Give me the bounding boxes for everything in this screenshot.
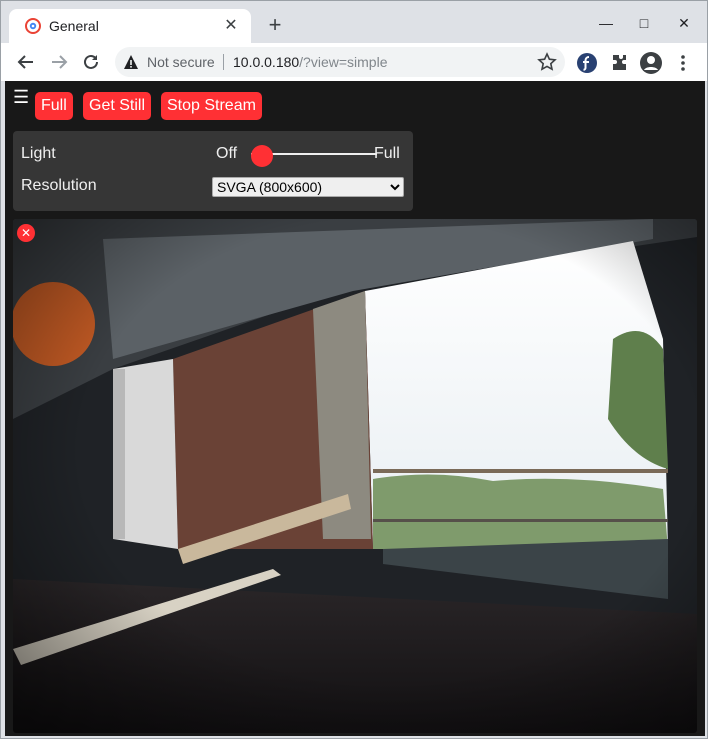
profile-avatar-icon[interactable] — [639, 51, 663, 75]
tab-close-icon[interactable]: ✕ — [221, 16, 241, 36]
stop-stream-button[interactable]: Stop Stream — [161, 92, 262, 120]
resolution-label: Resolution — [21, 177, 97, 194]
fedora-extension-icon[interactable] — [575, 51, 599, 75]
url-text[interactable]: 10.0.0.180/?view=simple — [233, 54, 388, 70]
address-bar[interactable]: Not secure 10.0.0.180/?view=simple — [115, 47, 565, 77]
tab-strip: General ✕ + — □ ✕ — [1, 1, 707, 43]
stream-scene — [13, 219, 697, 733]
resolution-select-value: SVGA (800x600) — [217, 179, 323, 195]
full-button[interactable]: Full — [35, 92, 73, 120]
settings-panel: Light Off Full Resolution SVGA (800x600) — [13, 131, 413, 211]
chevron-down-icon — [390, 184, 400, 191]
tab-title: General — [49, 18, 99, 34]
back-button[interactable] — [11, 47, 41, 77]
reload-icon — [84, 54, 98, 69]
more-menu-icon[interactable] — [671, 51, 695, 75]
tab-general[interactable]: General ✕ — [9, 9, 251, 43]
camera-page: ☰ Full Get Still Stop Stream Light Off F… — [5, 81, 705, 736]
close-stream-icon[interactable]: ✕ — [17, 224, 35, 242]
light-max-label: Full — [374, 145, 400, 162]
arrow-left-icon — [17, 55, 33, 69]
maximize-button[interactable]: □ — [629, 11, 659, 35]
puzzle-extensions-icon[interactable] — [607, 51, 631, 75]
resolution-select[interactable]: SVGA (800x600) — [212, 177, 404, 197]
forward-button[interactable] — [44, 47, 74, 77]
menu-toggle-icon[interactable]: ☰ — [13, 87, 29, 107]
light-slider-thumb[interactable] — [251, 145, 273, 167]
light-label: Light — [21, 145, 56, 162]
camera-favicon-icon — [25, 18, 41, 34]
arrow-right-icon — [52, 55, 68, 69]
url-host: 10.0.0.180 — [233, 54, 300, 70]
reload-button[interactable] — [76, 47, 106, 77]
browser-window: General ✕ + — □ ✕ Not secure 10.0.0.180/… — [0, 0, 708, 739]
camera-stream-image — [13, 219, 697, 733]
minimize-button[interactable]: — — [591, 11, 621, 35]
light-min-label: Off — [216, 145, 238, 162]
light-slider[interactable] — [251, 145, 377, 167]
omnibox-divider — [223, 54, 224, 70]
url-path: /?view=simple — [299, 54, 388, 70]
new-tab-button[interactable]: + — [263, 14, 287, 38]
get-still-button[interactable]: Get Still — [83, 92, 152, 120]
bookmark-star-icon[interactable] — [537, 52, 557, 72]
close-window-button[interactable]: ✕ — [669, 11, 699, 35]
warning-icon — [124, 55, 138, 69]
not-secure-label[interactable]: Not secure — [147, 54, 215, 70]
browser-toolbar: Not secure 10.0.0.180/?view=simple — [1, 43, 707, 82]
